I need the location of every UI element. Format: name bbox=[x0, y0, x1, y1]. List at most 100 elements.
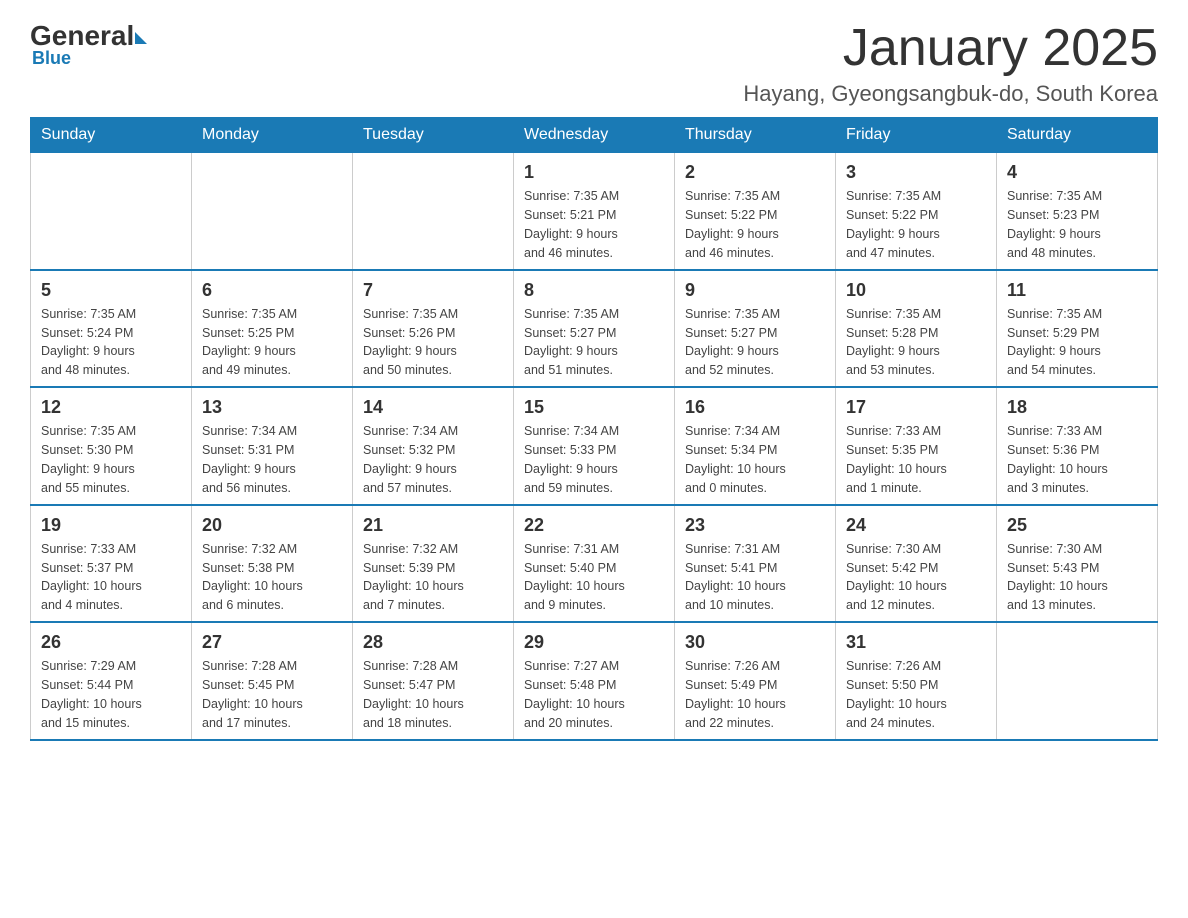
day-number: 1 bbox=[524, 159, 664, 185]
calendar-cell: 18Sunrise: 7:33 AMSunset: 5:36 PMDayligh… bbox=[997, 387, 1158, 504]
location-title: Hayang, Gyeongsangbuk-do, South Korea bbox=[743, 81, 1158, 107]
calendar-cell bbox=[353, 153, 514, 270]
day-number: 17 bbox=[846, 394, 986, 420]
calendar-cell bbox=[997, 622, 1158, 739]
weekday-header-thursday: Thursday bbox=[675, 118, 836, 153]
logo: General Blue bbox=[30, 20, 148, 69]
day-number: 9 bbox=[685, 277, 825, 303]
day-info: Sunrise: 7:35 AMSunset: 5:23 PMDaylight:… bbox=[1007, 189, 1102, 260]
day-info: Sunrise: 7:30 AMSunset: 5:43 PMDaylight:… bbox=[1007, 542, 1108, 613]
day-info: Sunrise: 7:26 AMSunset: 5:49 PMDaylight:… bbox=[685, 659, 786, 730]
day-number: 2 bbox=[685, 159, 825, 185]
header: General Blue January 2025 Hayang, Gyeong… bbox=[30, 20, 1158, 107]
day-info: Sunrise: 7:35 AMSunset: 5:24 PMDaylight:… bbox=[41, 307, 136, 378]
calendar-cell: 16 Sunrise: 7:34 AMSunset: 5:34 PMDayligh… bbox=[675, 387, 836, 504]
day-number: 8 bbox=[524, 277, 664, 303]
week-row-1: 5 Sunrise: 7:35 AMSunset: 5:24 PMDaylight… bbox=[31, 270, 1158, 387]
day-number: 7 bbox=[363, 277, 503, 303]
day-number: 10 bbox=[846, 277, 986, 303]
weekday-header-friday: Friday bbox=[836, 118, 997, 153]
calendar-cell: 6 Sunrise: 7:35 AMSunset: 5:25 PMDaylight… bbox=[192, 270, 353, 387]
calendar-cell bbox=[31, 153, 192, 270]
day-info: Sunrise: 7:35 AMSunset: 5:21 PMDaylight:… bbox=[524, 189, 619, 260]
day-info: Sunrise: 7:35 AMSunset: 5:29 PMDaylight:… bbox=[1007, 307, 1102, 378]
weekday-header-saturday: Saturday bbox=[997, 118, 1158, 153]
calendar-cell: 26 Sunrise: 7:29 AMSunset: 5:44 PMDayligh… bbox=[31, 622, 192, 739]
day-info: Sunrise: 7:34 AMSunset: 5:31 PMDaylight:… bbox=[202, 424, 297, 495]
day-info: Sunrise: 7:35 AMSunset: 5:27 PMDaylight:… bbox=[685, 307, 780, 378]
calendar-cell: 8 Sunrise: 7:35 AMSunset: 5:27 PMDaylight… bbox=[514, 270, 675, 387]
day-number: 3 bbox=[846, 159, 986, 185]
day-info: Sunrise: 7:33 AMSunset: 5:35 PMDaylight:… bbox=[846, 424, 947, 495]
day-number: 24 bbox=[846, 512, 986, 538]
day-number: 16 bbox=[685, 394, 825, 420]
day-info: Sunrise: 7:28 AMSunset: 5:45 PMDaylight:… bbox=[202, 659, 303, 730]
calendar-cell: 31Sunrise: 7:26 AMSunset: 5:50 PMDayligh… bbox=[836, 622, 997, 739]
calendar-cell: 12 Sunrise: 7:35 AMSunset: 5:30 PMDayligh… bbox=[31, 387, 192, 504]
calendar-cell: 11 Sunrise: 7:35 AMSunset: 5:29 PMDayligh… bbox=[997, 270, 1158, 387]
week-row-0: 1 Sunrise: 7:35 AMSunset: 5:21 PMDaylight… bbox=[31, 153, 1158, 270]
calendar-cell: 15Sunrise: 7:34 AMSunset: 5:33 PMDayligh… bbox=[514, 387, 675, 504]
calendar-cell: 23 Sunrise: 7:31 AMSunset: 5:41 PMDayligh… bbox=[675, 505, 836, 622]
day-number: 26 bbox=[41, 629, 181, 655]
day-info: Sunrise: 7:32 AMSunset: 5:39 PMDaylight:… bbox=[363, 542, 464, 613]
month-title: January 2025 bbox=[743, 20, 1158, 77]
day-number: 23 bbox=[685, 512, 825, 538]
day-info: Sunrise: 7:29 AMSunset: 5:44 PMDaylight:… bbox=[41, 659, 142, 730]
day-info: Sunrise: 7:35 AMSunset: 5:25 PMDaylight:… bbox=[202, 307, 297, 378]
calendar-cell bbox=[192, 153, 353, 270]
day-number: 14 bbox=[363, 394, 503, 420]
week-row-2: 12 Sunrise: 7:35 AMSunset: 5:30 PMDayligh… bbox=[31, 387, 1158, 504]
day-number: 20 bbox=[202, 512, 342, 538]
day-info: Sunrise: 7:34 AMSunset: 5:32 PMDaylight:… bbox=[363, 424, 458, 495]
day-number: 30 bbox=[685, 629, 825, 655]
day-info: Sunrise: 7:35 AMSunset: 5:22 PMDaylight:… bbox=[685, 189, 780, 260]
calendar-cell: 29Sunrise: 7:27 AMSunset: 5:48 PMDayligh… bbox=[514, 622, 675, 739]
day-number: 27 bbox=[202, 629, 342, 655]
day-number: 6 bbox=[202, 277, 342, 303]
week-row-4: 26 Sunrise: 7:29 AMSunset: 5:44 PMDayligh… bbox=[31, 622, 1158, 739]
day-info: Sunrise: 7:35 AMSunset: 5:27 PMDaylight:… bbox=[524, 307, 619, 378]
calendar-cell: 22Sunrise: 7:31 AMSunset: 5:40 PMDayligh… bbox=[514, 505, 675, 622]
calendar-cell: 25 Sunrise: 7:30 AMSunset: 5:43 PMDayligh… bbox=[997, 505, 1158, 622]
day-info: Sunrise: 7:35 AMSunset: 5:26 PMDaylight:… bbox=[363, 307, 458, 378]
calendar-cell: 19Sunrise: 7:33 AMSunset: 5:37 PMDayligh… bbox=[31, 505, 192, 622]
day-info: Sunrise: 7:34 AMSunset: 5:33 PMDaylight:… bbox=[524, 424, 619, 495]
calendar-cell: 2 Sunrise: 7:35 AMSunset: 5:22 PMDaylight… bbox=[675, 153, 836, 270]
day-number: 25 bbox=[1007, 512, 1147, 538]
logo-triangle-icon bbox=[135, 32, 147, 44]
calendar-cell: 14 Sunrise: 7:34 AMSunset: 5:32 PMDayligh… bbox=[353, 387, 514, 504]
day-number: 12 bbox=[41, 394, 181, 420]
day-info: Sunrise: 7:33 AMSunset: 5:36 PMDaylight:… bbox=[1007, 424, 1108, 495]
calendar-cell: 20 Sunrise: 7:32 AMSunset: 5:38 PMDayligh… bbox=[192, 505, 353, 622]
calendar-cell: 4 Sunrise: 7:35 AMSunset: 5:23 PMDaylight… bbox=[997, 153, 1158, 270]
day-number: 13 bbox=[202, 394, 342, 420]
calendar-cell: 27 Sunrise: 7:28 AMSunset: 5:45 PMDayligh… bbox=[192, 622, 353, 739]
day-info: Sunrise: 7:35 AMSunset: 5:30 PMDaylight:… bbox=[41, 424, 136, 495]
day-number: 4 bbox=[1007, 159, 1147, 185]
title-area: January 2025 Hayang, Gyeongsangbuk-do, S… bbox=[743, 20, 1158, 107]
week-row-3: 19Sunrise: 7:33 AMSunset: 5:37 PMDayligh… bbox=[31, 505, 1158, 622]
day-info: Sunrise: 7:26 AMSunset: 5:50 PMDaylight:… bbox=[846, 659, 947, 730]
calendar-cell: 1 Sunrise: 7:35 AMSunset: 5:21 PMDaylight… bbox=[514, 153, 675, 270]
day-info: Sunrise: 7:32 AMSunset: 5:38 PMDaylight:… bbox=[202, 542, 303, 613]
calendar-cell: 28Sunrise: 7:28 AMSunset: 5:47 PMDayligh… bbox=[353, 622, 514, 739]
calendar-cell: 9 Sunrise: 7:35 AMSunset: 5:27 PMDaylight… bbox=[675, 270, 836, 387]
calendar-cell: 21Sunrise: 7:32 AMSunset: 5:39 PMDayligh… bbox=[353, 505, 514, 622]
calendar-table: SundayMondayTuesdayWednesdayThursdayFrid… bbox=[30, 117, 1158, 740]
day-number: 11 bbox=[1007, 277, 1147, 303]
calendar-cell: 13 Sunrise: 7:34 AMSunset: 5:31 PMDayligh… bbox=[192, 387, 353, 504]
day-number: 22 bbox=[524, 512, 664, 538]
calendar-cell: 30 Sunrise: 7:26 AMSunset: 5:49 PMDayligh… bbox=[675, 622, 836, 739]
day-info: Sunrise: 7:31 AMSunset: 5:41 PMDaylight:… bbox=[685, 542, 786, 613]
day-info: Sunrise: 7:34 AMSunset: 5:34 PMDaylight:… bbox=[685, 424, 786, 495]
weekday-header-wednesday: Wednesday bbox=[514, 118, 675, 153]
calendar-cell: 24Sunrise: 7:30 AMSunset: 5:42 PMDayligh… bbox=[836, 505, 997, 622]
weekday-header-row: SundayMondayTuesdayWednesdayThursdayFrid… bbox=[31, 118, 1158, 153]
calendar-cell: 7 Sunrise: 7:35 AMSunset: 5:26 PMDaylight… bbox=[353, 270, 514, 387]
calendar-cell: 5 Sunrise: 7:35 AMSunset: 5:24 PMDaylight… bbox=[31, 270, 192, 387]
day-info: Sunrise: 7:28 AMSunset: 5:47 PMDaylight:… bbox=[363, 659, 464, 730]
day-info: Sunrise: 7:27 AMSunset: 5:48 PMDaylight:… bbox=[524, 659, 625, 730]
day-number: 5 bbox=[41, 277, 181, 303]
logo-blue-text: Blue bbox=[32, 48, 71, 69]
